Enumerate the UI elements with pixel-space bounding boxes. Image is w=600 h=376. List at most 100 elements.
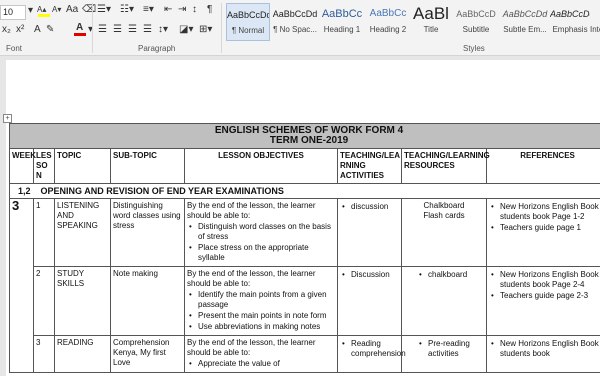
header-week: WEEK — [9, 148, 36, 184]
show-marks-icon[interactable]: ¶ — [207, 4, 212, 16]
style-heading-1[interactable]: AaBbCc Heading 1 — [320, 3, 364, 41]
objectives-list: Identify the main points from a given pa… — [187, 290, 335, 332]
style-preview: AaBbCcDd — [227, 10, 270, 20]
style-subtle-emphasis[interactable]: AaBbCcDd Subtle Em... — [500, 3, 550, 41]
objective-item: Appreciate the value of — [189, 359, 335, 369]
style-preview: AaBbCcDd — [272, 9, 318, 19]
line-spacing-icon[interactable]: ↕▾ — [158, 24, 168, 36]
styles-gallery: AaBbCcDd ¶ Normal AaBbCcDd ¶ No Spac... … — [224, 3, 600, 41]
subscript-icon[interactable]: x₂ — [2, 24, 11, 36]
lesson-cell: 2 — [33, 266, 55, 336]
increase-indent-icon[interactable]: ⇥ — [178, 4, 186, 16]
reference-item: New Horizons English Book 4 students boo… — [491, 202, 600, 222]
resource-item: Chalkboard — [423, 201, 465, 210]
style-preview: AaBbCc — [369, 8, 407, 19]
align-right-icon[interactable]: ☰ — [128, 24, 137, 36]
style-name: Heading 2 — [369, 25, 407, 34]
borders-icon[interactable]: ⊞▾ — [199, 24, 212, 36]
style-preview: AaBbCcDd — [502, 9, 548, 19]
header-activities: TEACHING/LEA RNING ACTIVITIES — [337, 148, 402, 184]
table-move-handle-icon[interactable]: + — [3, 114, 12, 123]
objectives-intro: By the end of the lesson, the learner sh… — [187, 338, 316, 357]
text-effects-icon[interactable]: A — [34, 24, 41, 36]
group-separator — [221, 3, 222, 53]
topic-cell: STUDY SKILLS — [54, 266, 111, 336]
table-title-cell: ENGLISH SCHEMES OF WORK FORM 4 TERM ONE-… — [8, 123, 600, 149]
group-separator — [92, 3, 93, 53]
references-cell: New Horizons English Book 4 students boo… — [485, 266, 600, 336]
resources-cell: Pre-reading activities — [401, 335, 487, 373]
shading-icon[interactable]: ◪▾ — [179, 24, 193, 36]
week-number: 3 — [9, 198, 34, 373]
resource-item: Pre-reading activities — [419, 339, 484, 359]
table-subtitle: TERM ONE-2019 — [269, 135, 349, 146]
style-title[interactable]: AaBl Title — [412, 3, 450, 41]
clear-formatting-icon[interactable]: ⌫ — [82, 4, 96, 16]
activities-cell: Discussion — [337, 266, 402, 336]
references-cell: New Horizons English Book 4 students boo… — [485, 335, 600, 373]
style-no-spacing[interactable]: AaBbCcDd ¶ No Spac... — [272, 3, 318, 41]
activity-item: discussion — [342, 202, 399, 212]
header-topic: TOPIC — [54, 148, 111, 184]
reference-item: New Horizons English Book 4 students boo… — [491, 339, 600, 359]
subtopic-cell: Distinguishing word classes using stress — [110, 198, 185, 267]
table-row: 3 READING Comprehension Kenya, My first … — [10, 335, 600, 373]
lesson-cell: 1 — [33, 198, 55, 267]
topic-cell: LISTENING AND SPEAKING — [54, 198, 111, 267]
topic-cell: READING — [54, 335, 111, 373]
font-group-label: Font — [6, 44, 23, 53]
multilevel-list-icon[interactable]: ≡▾ — [143, 4, 154, 16]
resources-cell: chalkboard — [401, 266, 487, 336]
style-name: ¶ Normal — [231, 26, 265, 35]
shrink-font-icon[interactable]: A▾ — [52, 4, 61, 16]
objectives-cell: By the end of the lesson, the learner sh… — [184, 198, 338, 267]
style-normal[interactable]: AaBbCcDd ¶ Normal — [226, 3, 270, 41]
style-name: Subtle Em... — [503, 25, 547, 34]
style-preview: AaBbCcD — [456, 9, 496, 19]
font-size-dropdown-icon[interactable]: ▾ — [28, 5, 33, 17]
justify-icon[interactable]: ☰ — [143, 24, 152, 36]
highlight-icon[interactable]: ✎ — [46, 24, 54, 36]
align-center-icon[interactable]: ☰ — [113, 24, 122, 36]
style-subtitle[interactable]: AaBbCcD Subtitle — [452, 3, 500, 41]
font-color-swatch — [74, 33, 86, 36]
header-references: REFERENCES — [485, 148, 600, 184]
schemes-of-work-table: ENGLISH SCHEMES OF WORK FORM 4 TERM ONE-… — [8, 123, 600, 373]
sort-icon[interactable]: ↕ — [192, 4, 197, 16]
objective-item: Identify the main points from a given pa… — [189, 290, 335, 310]
section-cell: 1,2 OPENING AND REVISION OF END YEAR EXA… — [8, 183, 600, 199]
style-name: Emphasis — [552, 25, 588, 34]
activities-cell: Reading comprehension — [337, 335, 406, 373]
style-preview: AaBl — [413, 4, 449, 23]
objectives-list: Distinguish word classes on the basis of… — [187, 222, 335, 263]
style-name: Subtitle — [462, 25, 490, 34]
superscript-icon[interactable]: x² — [16, 24, 24, 36]
header-objectives: LESSON OBJECTIVES — [184, 148, 338, 184]
style-preview — [590, 3, 600, 25]
objective-item: Present the main points in note form — [189, 311, 335, 321]
change-case-icon[interactable]: Aa — [66, 4, 78, 16]
numbering-icon[interactable]: ☷▾ — [120, 4, 134, 16]
font-size-value: 10 — [3, 7, 14, 17]
style-heading-2[interactable]: AaBbCc Heading 2 — [366, 3, 410, 41]
style-intense[interactable]: Inte — [590, 3, 600, 41]
ribbon: 10 ▾ A▴ A▾ Aa ⌫ x₂ x² A ✎ A ▾ Font ☰▾ ☷▾… — [0, 0, 600, 56]
table-header-row: WEEK LES SO N TOPIC SUB-TOPIC LESSON OBJ… — [9, 148, 600, 184]
objectives-cell: By the end of the lesson, the learner sh… — [184, 266, 338, 336]
activity-item: Discussion — [342, 270, 399, 280]
references-cell: New Horizons English Book 4 students boo… — [485, 198, 600, 267]
bullets-icon[interactable]: ☰▾ — [97, 4, 111, 16]
resource-item: chalkboard — [419, 270, 484, 280]
style-name: Heading 1 — [323, 25, 361, 34]
objectives-intro: By the end of the lesson, the learner sh… — [187, 269, 316, 288]
section-row: 1,2 OPENING AND REVISION OF END YEAR EXA… — [8, 183, 600, 199]
align-left-icon[interactable]: ☰ — [98, 24, 107, 36]
objectives-intro: By the end of the lesson, the learner sh… — [187, 201, 316, 220]
reference-item: Teachers guide page 2-3 — [491, 291, 600, 301]
header-lesson: LES SO N — [33, 148, 55, 184]
style-name: Inte — [590, 25, 600, 34]
style-emphasis[interactable]: AaBbCcDd Emphasis — [550, 3, 590, 41]
font-size-box[interactable]: 10 — [0, 5, 26, 20]
decrease-indent-icon[interactable]: ⇤ — [164, 4, 172, 16]
style-preview: AaBbCcDd — [550, 9, 590, 19]
